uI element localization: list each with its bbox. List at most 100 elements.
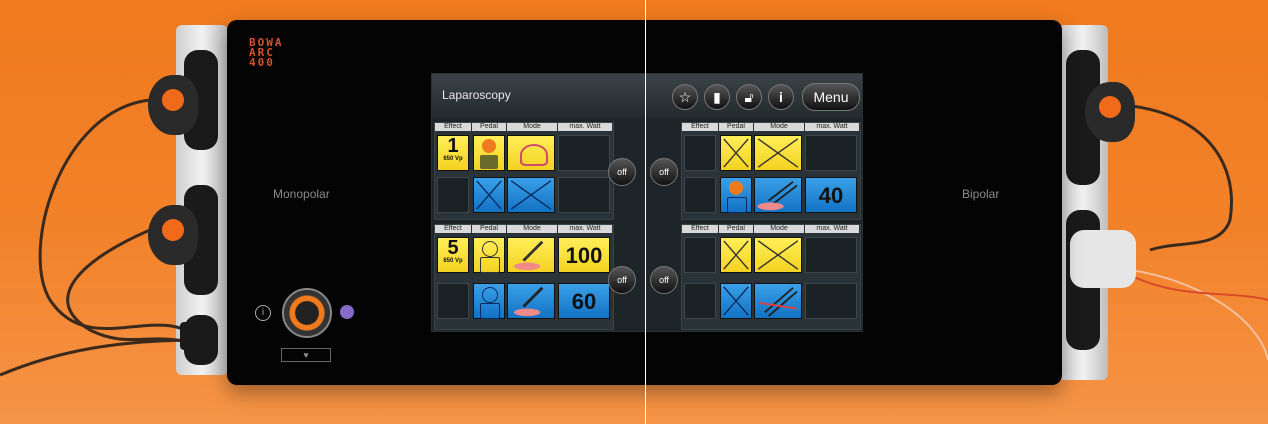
watt-field[interactable]	[558, 135, 610, 171]
cross-icon	[757, 240, 799, 270]
watt-field[interactable]: 100	[558, 237, 610, 273]
off-button[interactable]: off	[650, 266, 678, 294]
effect-voltage: 650 Vp	[443, 258, 463, 264]
monopolar-plug[interactable]	[148, 75, 198, 135]
pedal-pad	[480, 257, 500, 273]
touch-screen: Laparoscopy ☆ ▮ 🔓︎ i Menu Effect Pedal M…	[431, 73, 863, 332]
watt-field[interactable]	[558, 177, 610, 213]
pedal-button[interactable]	[473, 237, 505, 273]
purple-button-icon[interactable]	[340, 305, 354, 319]
col-header-effect: Effect	[435, 225, 471, 233]
pedal-disabled[interactable]	[720, 283, 752, 319]
bipolar-plug-white[interactable]	[1070, 230, 1136, 288]
pedal-icon	[482, 241, 498, 257]
effect-empty	[684, 177, 716, 213]
cut-mode-button[interactable]	[507, 237, 555, 273]
col-header-watt: max. Watt	[805, 225, 859, 233]
effect-value: 5	[447, 237, 459, 259]
plug-dot	[162, 89, 184, 111]
col-header-watt: max. Watt	[558, 225, 612, 233]
col-header-effect: Effect	[682, 123, 718, 131]
monopolar-label: Monopolar	[273, 187, 330, 201]
cross-icon	[723, 240, 749, 270]
plug-dot	[1099, 96, 1121, 118]
watt-field[interactable]: 60	[558, 283, 610, 319]
effect-empty	[684, 283, 716, 319]
forceps-icon	[758, 287, 798, 317]
info-icon[interactable]: i	[768, 84, 794, 110]
effect-empty	[437, 283, 469, 319]
bipolar-channel-2: Effect Pedal Mode max. Watt	[681, 224, 861, 330]
effect-button[interactable]: 1 650 Vp	[437, 135, 469, 171]
pedal-icon	[729, 181, 743, 195]
unlock-icon[interactable]: 🔓︎	[736, 84, 762, 110]
monopolar-plug[interactable]	[148, 205, 198, 265]
mode-disabled[interactable]	[507, 177, 555, 213]
col-header-pedal: Pedal	[719, 123, 753, 131]
col-header-mode: Mode	[754, 123, 804, 131]
star-icon[interactable]: ☆	[672, 84, 698, 110]
col-header-watt: max. Watt	[805, 123, 859, 131]
cross-icon	[476, 180, 502, 210]
pedal-disabled[interactable]	[720, 135, 752, 171]
effect-button[interactable]: 5 650 Vp	[437, 237, 469, 273]
pedal-button[interactable]	[473, 135, 505, 171]
pedal-button[interactable]	[720, 177, 752, 213]
electrode-icon	[514, 240, 544, 271]
col-header-mode: Mode	[754, 225, 804, 233]
watt-field[interactable]	[805, 237, 857, 273]
watt-field[interactable]	[805, 283, 857, 319]
image-split-line	[645, 0, 646, 424]
watt-field[interactable]: 40	[805, 177, 857, 213]
forceps-mode-button[interactable]	[754, 177, 802, 213]
pedal-pad	[480, 303, 500, 319]
power-knob-icon[interactable]	[282, 288, 332, 338]
effect-empty	[684, 135, 716, 171]
screen-topbar: Laparoscopy ☆ ▮ 🔓︎ i Menu	[432, 74, 862, 118]
effect-empty	[684, 237, 716, 273]
plug-dot	[162, 219, 184, 241]
neutral-plug[interactable]	[180, 322, 216, 350]
bipolar-label: Bipolar	[962, 187, 1000, 201]
col-header-pedal: Pedal	[472, 123, 506, 131]
book-icon[interactable]: ▮	[704, 84, 730, 110]
watt-field[interactable]	[805, 135, 857, 171]
brand-logo: BOWA ARC 400	[249, 36, 284, 69]
bipolar-channel-1: Effect Pedal Mode max. Watt 40	[681, 122, 861, 220]
pedal-disabled[interactable]	[473, 177, 505, 213]
electrode-icon	[514, 286, 544, 317]
col-header-pedal: Pedal	[472, 225, 506, 233]
effect-value: 1	[447, 135, 459, 157]
cross-icon	[757, 138, 799, 168]
monopolar-channel-1: Effect Pedal Mode max. Watt 1 650 Vp	[434, 122, 614, 220]
bipolar-plug[interactable]	[1085, 82, 1135, 142]
pedal-button[interactable]	[473, 283, 505, 319]
pedal-icon	[482, 287, 498, 303]
col-header-pedal: Pedal	[719, 225, 753, 233]
menu-button[interactable]: Menu	[802, 83, 860, 111]
monopolar-channel-2: Effect Pedal Mode max. Watt 5 650 Vp 100	[434, 224, 614, 330]
mode-disabled[interactable]	[754, 135, 802, 171]
pedal-disabled[interactable]	[720, 237, 752, 273]
program-title: Laparoscopy	[442, 88, 511, 102]
off-button[interactable]: off	[650, 158, 678, 186]
effect-empty	[437, 177, 469, 213]
uterus-icon	[520, 144, 548, 166]
cross-icon	[510, 180, 552, 210]
forceps-mode-button[interactable]	[754, 283, 802, 319]
coag-mode-button[interactable]	[507, 283, 555, 319]
off-button[interactable]: off	[608, 158, 636, 186]
bf-symbol-icon: ♥	[281, 348, 331, 362]
mode-disabled[interactable]	[754, 237, 802, 273]
cross-icon	[723, 286, 749, 316]
info-icon[interactable]: i	[255, 305, 271, 321]
forceps-icon	[757, 181, 798, 211]
col-header-mode: Mode	[507, 225, 557, 233]
off-button[interactable]: off	[608, 266, 636, 294]
col-header-mode: Mode	[507, 123, 557, 131]
mode-button[interactable]	[507, 135, 555, 171]
cross-icon	[723, 138, 749, 168]
col-header-effect: Effect	[682, 225, 718, 233]
pedal-icon	[482, 139, 496, 153]
col-header-effect: Effect	[435, 123, 471, 131]
